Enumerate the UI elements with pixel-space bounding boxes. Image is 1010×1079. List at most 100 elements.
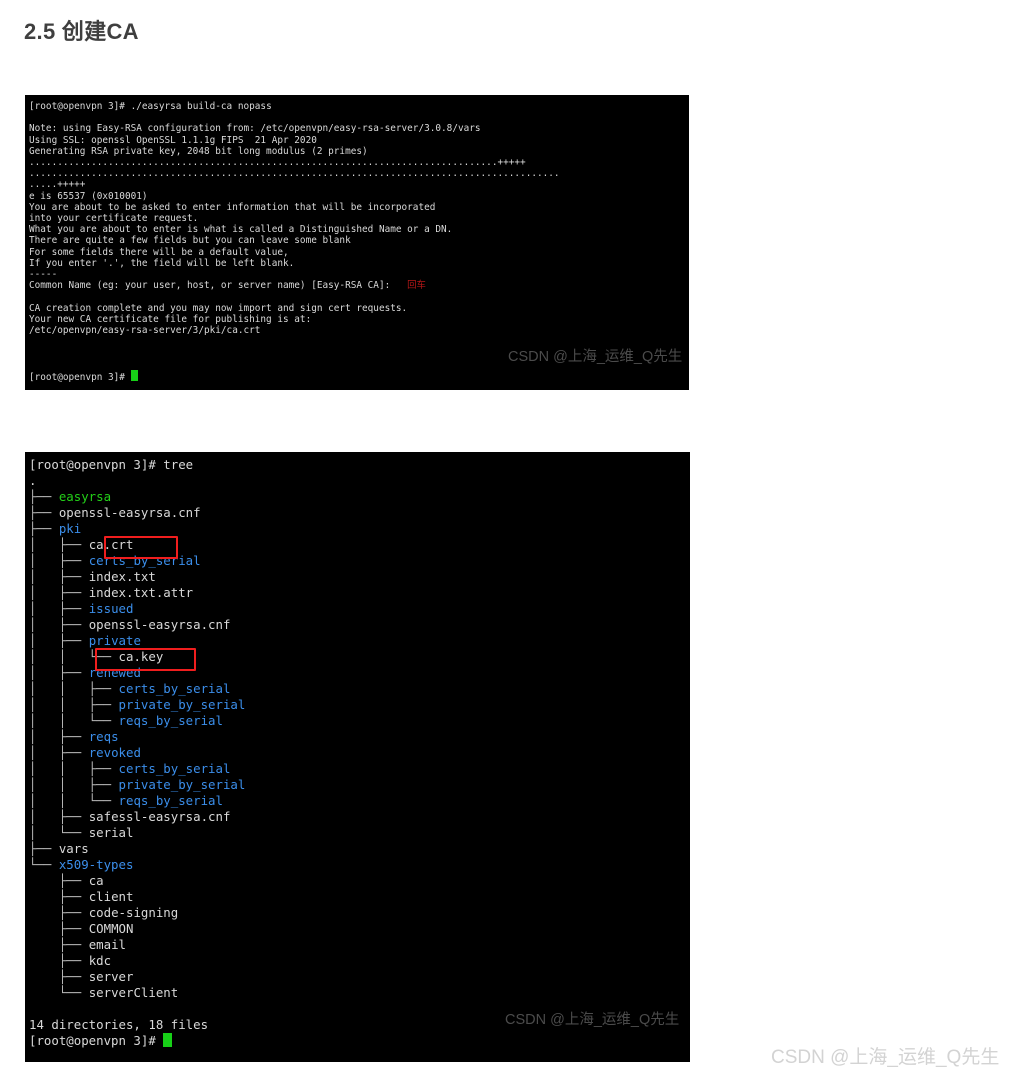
tree-entry: ├── kdc	[25, 953, 690, 969]
terminal-line-about-5: For some fields there will be a default …	[29, 246, 289, 258]
terminal-line-final-prompt: [root@openvpn 3]#	[25, 1033, 690, 1049]
terminal-line-exponent: e is 65537 (0x010001)	[29, 190, 148, 202]
terminal-line-about-4: There are quite a few fields but you can…	[29, 235, 351, 247]
tree-entry: │ ├── private	[25, 633, 690, 649]
terminal-watermark: CSDN @上海_运维_Q先生	[505, 1012, 680, 1028]
terminal-line-about-3: What you are about to enter is what is c…	[29, 224, 453, 236]
tree-entry-name: reqs_by_serial	[118, 713, 223, 728]
tree-branch-glyph: ├──	[29, 841, 59, 856]
tree-entry-list: ├── easyrsa ├── openssl-easyrsa.cnf ├── pk…	[25, 489, 690, 1001]
tree-entry: ├── openssl-easyrsa.cnf	[25, 505, 690, 521]
tree-entry: └── serverClient	[25, 985, 690, 1001]
terminal-cursor	[130, 369, 138, 381]
tree-root-entry: .	[29, 473, 37, 488]
terminal-line-final-prompt: [root@openvpn 3]#	[25, 369, 689, 383]
shell-prompt: [root@openvpn 3]#	[29, 101, 131, 112]
tree-entry-name: easyrsa	[58, 489, 112, 504]
tree-branch-glyph: │ ├──	[29, 553, 89, 568]
tree-branch-glyph: │ ├──	[29, 601, 89, 616]
tree-entry: │ │ ├── certs_by_serial	[25, 761, 690, 777]
terminal-line-progress-2: ........................................…	[29, 168, 560, 180]
tree-entry-name: ca.key	[118, 649, 164, 664]
tree-entry-name: certs_by_serial	[88, 553, 201, 568]
tree-entry-name: code-signing	[88, 905, 179, 920]
tree-entry: │ ├── revoked	[25, 745, 690, 761]
tree-entry: │ │ ├── private_by_serial	[25, 777, 690, 793]
tree-entry: │ ├── certs_by_serial	[25, 553, 690, 569]
tree-entry-name: safessl-easyrsa.cnf	[88, 809, 231, 824]
tree-entry: │ ├── openssl-easyrsa.cnf	[25, 617, 690, 633]
terminal-watermark: CSDN @上海_运维_Q先生	[508, 349, 683, 365]
tree-entry: ├── code-signing	[25, 905, 690, 921]
tree-entry-name: private_by_serial	[118, 697, 246, 712]
tree-branch-glyph: │ ├──	[29, 745, 89, 760]
terminal-line-ca-path: /etc/openvpn/easy-rsa-server/3/pki/ca.cr…	[29, 325, 261, 337]
tree-entry: ├── email	[25, 937, 690, 953]
tree-branch-glyph: │ │ ├──	[29, 761, 119, 776]
tree-entry: │ ├── ca.crt	[25, 537, 690, 553]
terminal-line-about-6: If you enter '.', the field will be left…	[29, 257, 295, 269]
shell-command: ./easyrsa build-ca nopass	[130, 101, 272, 112]
tree-entry-name: revoked	[88, 745, 141, 760]
tree-entry-name: COMMON	[88, 921, 134, 936]
tree-entry-name: x509-types	[58, 857, 134, 872]
tree-branch-glyph: ├──	[29, 505, 59, 520]
tree-branch-glyph: └──	[29, 857, 59, 872]
tree-entry: ├── COMMON	[25, 921, 690, 937]
tree-entry: │ ├── reqs	[25, 729, 690, 745]
tree-entry-name: issued	[88, 601, 134, 616]
tree-entry-name: reqs	[88, 729, 119, 744]
tree-branch-glyph: ├──	[29, 521, 59, 536]
tree-branch-glyph: │ ├──	[29, 665, 89, 680]
tree-entry-name: kdc	[88, 953, 112, 968]
tree-entry-name: renewed	[88, 665, 141, 680]
tree-output-terminal: [root@openvpn 3]# tree . ├── easyrsa ├── …	[25, 452, 690, 1062]
tree-branch-glyph: │ │ ├──	[29, 777, 119, 792]
tree-entry-name: private	[88, 633, 141, 648]
tree-entry-name: ca	[88, 873, 104, 888]
tree-entry: │ │ ├── private_by_serial	[25, 697, 690, 713]
tree-entry-name: pki	[58, 521, 82, 536]
tree-entry-name: certs_by_serial	[118, 681, 231, 696]
tree-branch-glyph: │ ├──	[29, 729, 89, 744]
page-watermark: CSDN @上海_运维_Q先生	[771, 1047, 1000, 1068]
tree-entry: │ ├── issued	[25, 601, 690, 617]
terminal-line-ssl: Using SSL: openssl OpenSSL 1.1.1g FIPS 2…	[29, 134, 317, 146]
shell-prompt: [root@openvpn 3]#	[29, 457, 164, 472]
tree-entry: │ ├── index.txt.attr	[25, 585, 690, 601]
tree-entry-name: openssl-easyrsa.cnf	[88, 617, 231, 632]
tree-entry: │ ├── index.txt	[25, 569, 690, 585]
terminal-line-dashes: -----	[29, 269, 58, 281]
terminal-line-genkey: Generating RSA private key, 2048 bit lon…	[29, 145, 368, 157]
tree-branch-glyph: │ ├──	[29, 537, 89, 552]
tree-branch-glyph: │ │ ├──	[29, 697, 119, 712]
tree-entry: ├── vars	[25, 841, 690, 857]
tree-branch-glyph: │ │ ├──	[29, 681, 119, 696]
tree-branch-glyph: ├──	[29, 889, 89, 904]
tree-branch-glyph: │ │ └──	[29, 713, 119, 728]
tree-entry: ├── ca	[25, 873, 690, 889]
tree-entry-name: client	[88, 889, 134, 904]
tree-entry: ├── client	[25, 889, 690, 905]
tree-branch-glyph: └──	[29, 985, 89, 1000]
tree-branch-glyph: │ ├──	[29, 585, 89, 600]
tree-entry: ├── pki	[25, 521, 690, 537]
tree-entry: └── x509-types	[25, 857, 690, 873]
tree-entry-name: reqs_by_serial	[118, 793, 223, 808]
tree-branch-glyph: ├──	[29, 921, 89, 936]
terminal-line-command: [root@openvpn 3]# ./easyrsa build-ca nop…	[25, 101, 689, 112]
tree-entry: │ │ └── ca.key	[25, 649, 690, 665]
tree-entry-name: email	[88, 937, 126, 952]
terminal-line-common-name-prompt: Common Name (eg: your user, host, or ser…	[25, 280, 689, 291]
tree-entry-name: openssl-easyrsa.cnf	[58, 505, 201, 520]
page-title: 2.5 创建CA	[24, 19, 139, 44]
tree-entry-name: index.txt	[88, 569, 156, 584]
tree-entry-name: server	[88, 969, 134, 984]
tree-entry: │ │ ├── certs_by_serial	[25, 681, 690, 697]
terminal-line-progress-1: ........................................…	[29, 157, 526, 169]
terminal-line-about-1: You are about to be asked to enter infor…	[29, 201, 436, 213]
tree-entry: │ │ └── reqs_by_serial	[25, 793, 690, 809]
